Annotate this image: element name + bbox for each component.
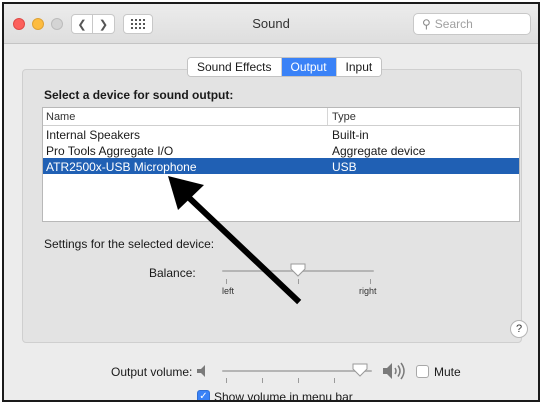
device-name: ATR2500x-USB Microphone xyxy=(46,160,197,174)
column-header-type[interactable]: Type xyxy=(328,108,356,125)
device-type: Built-in xyxy=(332,128,369,142)
device-name: Internal Speakers xyxy=(46,128,141,142)
output-volume-label: Output volume: xyxy=(111,365,193,379)
output-device-table[interactable]: Name Type Internal Speakers Built-in Pro… xyxy=(42,107,520,222)
volume-tick xyxy=(334,378,335,383)
tab-output[interactable]: Output xyxy=(280,58,336,76)
device-type: Aggregate device xyxy=(332,144,426,158)
column-header-name[interactable]: Name xyxy=(43,108,328,125)
device-list-heading: Select a device for sound output: xyxy=(44,88,234,102)
volume-tick xyxy=(226,378,227,383)
show-volume-checkbox[interactable]: ✓ xyxy=(197,390,210,402)
volume-tick xyxy=(298,378,299,383)
balance-left-label: left xyxy=(222,286,235,296)
search-icon: ⚲ xyxy=(422,17,431,31)
sound-preferences-window: ❮ ❯ Sound ⚲ Sound Effects Output Input S… xyxy=(2,2,540,402)
table-row-selected[interactable]: ATR2500x-USB Microphone USB xyxy=(43,158,519,174)
balance-tick xyxy=(298,279,299,284)
mute-label: Mute xyxy=(434,365,461,379)
balance-thumb[interactable] xyxy=(290,263,306,277)
tab-bar: Sound Effects Output Input xyxy=(187,57,383,77)
volume-tick xyxy=(262,378,263,383)
balance-label: Balance: xyxy=(149,266,196,280)
settings-label: Settings for the selected device: xyxy=(44,237,215,251)
help-button[interactable]: ? xyxy=(510,320,528,338)
tab-sound-effects[interactable]: Sound Effects xyxy=(188,58,281,76)
volume-track xyxy=(222,370,372,372)
balance-tick xyxy=(370,279,371,284)
volume-thumb[interactable] xyxy=(352,363,368,377)
table-row[interactable]: Internal Speakers Built-in xyxy=(43,126,519,142)
device-type: USB xyxy=(332,160,357,174)
table-header: Name Type xyxy=(43,108,519,126)
table-row[interactable]: Pro Tools Aggregate I/O Aggregate device xyxy=(43,142,519,158)
search-input[interactable] xyxy=(434,17,525,31)
tab-input[interactable]: Input xyxy=(335,58,382,76)
search-field[interactable]: ⚲ xyxy=(413,13,531,35)
balance-tick xyxy=(226,279,227,284)
speaker-low-icon xyxy=(197,365,205,377)
balance-right-label: right xyxy=(359,286,377,296)
title-bar: ❮ ❯ Sound ⚲ xyxy=(4,4,538,44)
speaker-high-icon xyxy=(383,362,405,380)
device-name: Pro Tools Aggregate I/O xyxy=(46,144,174,158)
mute-checkbox[interactable] xyxy=(416,365,429,378)
checkmark-icon: ✓ xyxy=(199,391,208,402)
show-volume-label: Show volume in menu bar xyxy=(214,390,353,402)
